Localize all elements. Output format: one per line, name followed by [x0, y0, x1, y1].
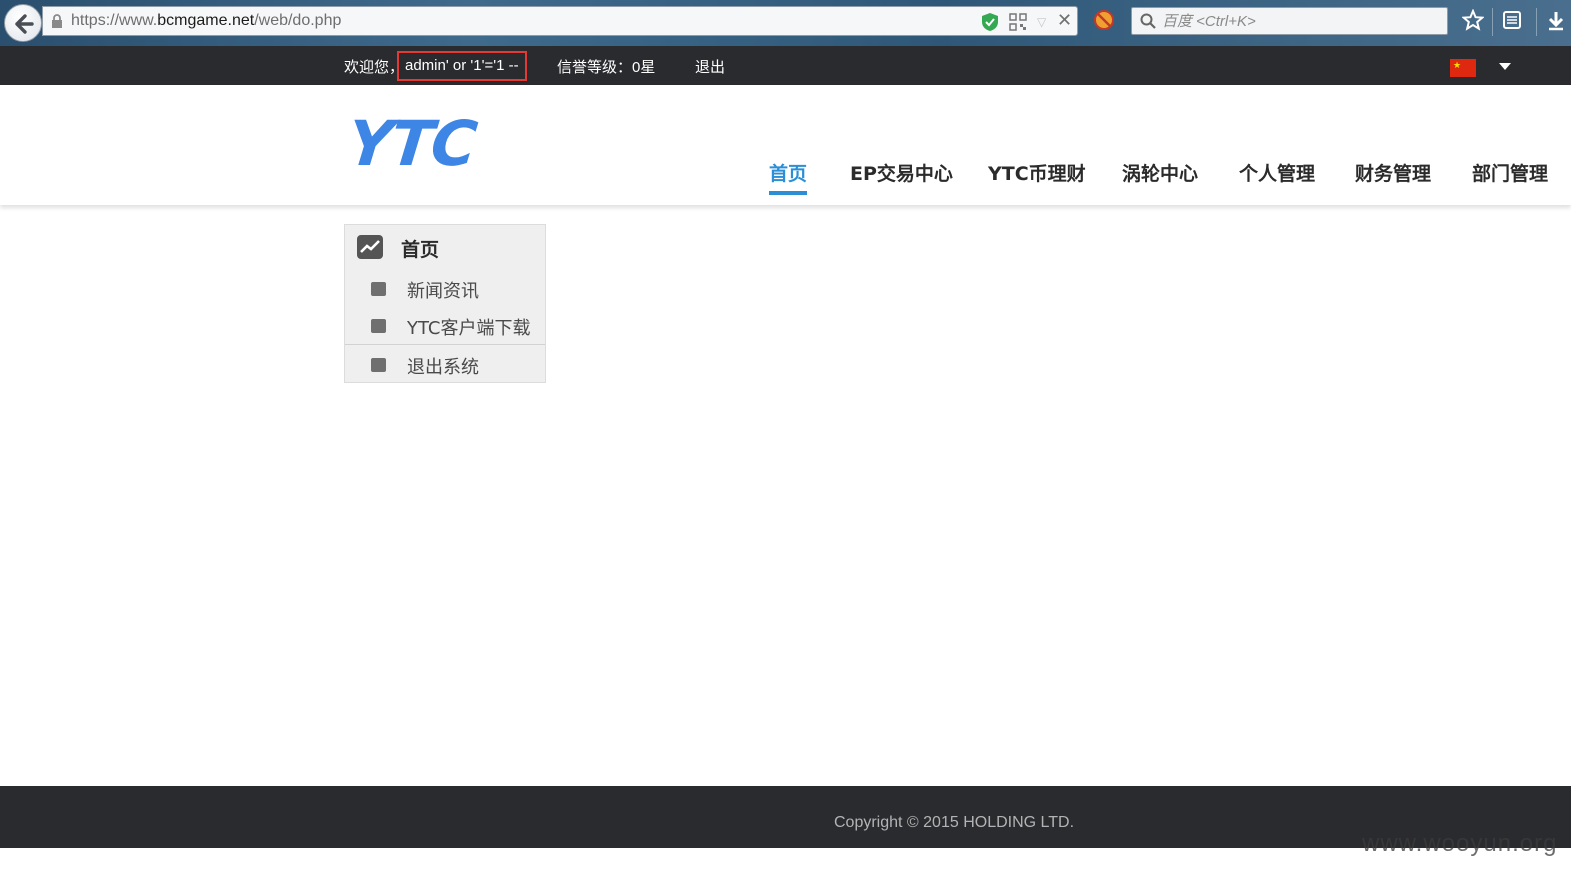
side-menu-item-logout[interactable]: 退出系统 [345, 348, 545, 382]
watermark: www.wooyun.org [1362, 830, 1558, 857]
search-input[interactable] [1162, 11, 1442, 31]
nav-item-ep-trading[interactable]: EP交易中心 [850, 159, 953, 186]
search-icon [1140, 13, 1156, 29]
chevron-down-icon[interactable] [1499, 63, 1511, 70]
search-box[interactable] [1131, 7, 1448, 35]
chart-icon [371, 358, 386, 372]
lock-icon [52, 14, 62, 28]
browser-toolbar: https://www.bcmgame.net/web/do.php ▽ ✕ [0, 0, 1571, 46]
star-icon[interactable] [1462, 9, 1484, 31]
bookmark-dropdown-icon[interactable]: ▽ [1037, 15, 1046, 29]
toolbar-separator [1536, 8, 1537, 36]
china-flag-icon[interactable]: ★ [1450, 59, 1476, 77]
nav-item-ytc-finance[interactable]: YTC币理财 [988, 159, 1086, 186]
qr-code-icon[interactable] [1009, 13, 1027, 31]
reading-list-icon[interactable] [1502, 10, 1522, 30]
download-icon[interactable] [1546, 10, 1566, 32]
site-footer: Copyright © 2015 HOLDING LTD. [0, 786, 1571, 848]
menu-item-label: 退出系统 [407, 357, 479, 378]
toolbar-separator [1492, 8, 1493, 36]
nav-item-home[interactable]: 首页 [769, 159, 808, 195]
site-logo[interactable]: YTC [344, 107, 478, 180]
nav-item-department[interactable]: 部门管理 [1472, 159, 1548, 186]
back-arrow-icon [15, 14, 34, 34]
menu-divider [345, 344, 545, 345]
nav-item-finance[interactable]: 财务管理 [1355, 159, 1431, 186]
site-header: YTC 首页 EP交易中心 YTC币理财 涡轮中心 个人管理 财务管理 部门管理 [0, 85, 1571, 205]
user-info-bar: 欢迎您， admin' or '1'='1 -- 信誉等级：0星 退出 ★ [0, 46, 1571, 85]
adblock-icon[interactable] [1093, 9, 1115, 31]
side-menu-item-news[interactable]: 新闻资讯 [345, 272, 545, 306]
chart-icon [371, 282, 386, 296]
welcome-text: 欢迎您， [344, 59, 405, 76]
chart-icon [357, 235, 383, 259]
nav-item-personal[interactable]: 个人管理 [1239, 159, 1315, 186]
username-highlight: admin' or '1'='1 -- [397, 51, 527, 81]
logout-link[interactable]: 退出 [695, 56, 725, 77]
back-button[interactable] [4, 4, 42, 42]
menu-item-label: YTC客户端下载 [407, 318, 531, 339]
shield-icon[interactable] [981, 12, 999, 32]
side-menu-title: 首页 [401, 239, 440, 261]
side-menu: 首页 新闻资讯 YTC客户端下载 退出系统 [344, 224, 546, 383]
side-menu-item-client-download[interactable]: YTC客户端下载 [345, 309, 545, 343]
side-menu-header[interactable]: 首页 [345, 225, 545, 269]
close-icon[interactable]: ✕ [1057, 10, 1072, 31]
url-text: https://www.bcmgame.net/web/do.php [71, 12, 342, 29]
nav-item-turbine[interactable]: 涡轮中心 [1122, 159, 1198, 186]
chart-icon [371, 319, 386, 333]
copyright-text: Copyright © 2015 HOLDING LTD. [834, 814, 1075, 831]
address-bar[interactable]: https://www.bcmgame.net/web/do.php ▽ ✕ [42, 6, 1078, 36]
credit-level: 信誉等级：0星 [557, 59, 656, 76]
menu-item-label: 新闻资讯 [407, 281, 479, 302]
